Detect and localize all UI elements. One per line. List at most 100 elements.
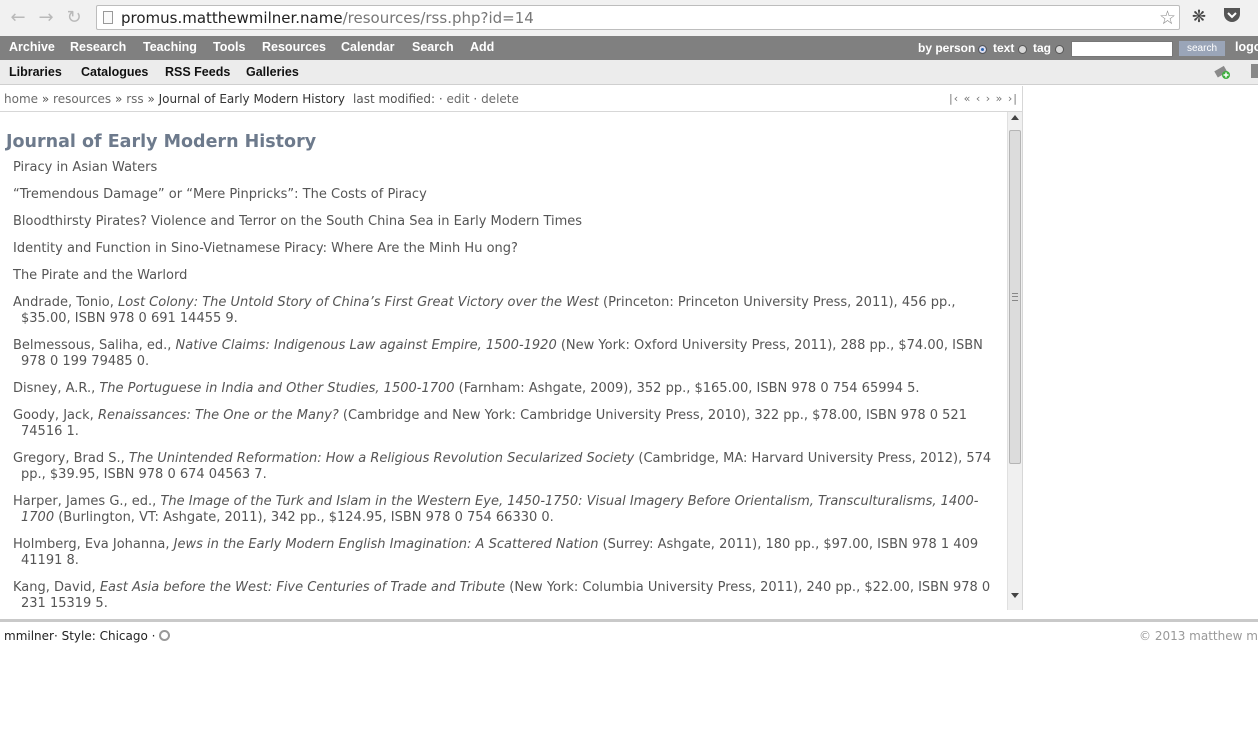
content-frame: Journal of Early Modern History Piracy i… — [0, 112, 1023, 610]
search-button[interactable]: search — [1179, 41, 1225, 56]
star-icon[interactable]: ☆ — [1159, 7, 1176, 29]
breadcrumb-resources[interactable]: resources — [53, 92, 111, 106]
submenu-rss-feeds[interactable]: RSS Feeds — [165, 65, 230, 79]
list-item[interactable]: The Pirate and the Warlord — [13, 268, 998, 284]
entry-author-or-title: Holmberg, Eva Johanna, — [13, 537, 174, 552]
rss-icon[interactable] — [159, 630, 171, 641]
browser-toolbar: ← → ↻ promus.matthewmilner.name/resource… — [0, 0, 1258, 37]
entry-publication-details: (Farnham: Ashgate, 2009), 352 pp., $165.… — [454, 381, 920, 396]
list-item[interactable]: Disney, A.R., The Portuguese in India an… — [13, 381, 998, 397]
entry-book-title: Lost Colony: The Untold Story of China’s… — [117, 295, 599, 310]
list-item[interactable]: Holmberg, Eva Johanna, Jews in the Early… — [13, 537, 998, 569]
page-icon — [103, 11, 113, 24]
footer-user-info: mmilner· Style: Chicago · — [4, 629, 171, 643]
entry-author-or-title: Andrade, Tonio, — [13, 295, 118, 310]
footer-divider — [0, 619, 1258, 622]
last-modified-label: last modified: — [353, 92, 436, 106]
grip-icon — [1012, 293, 1018, 301]
submenu-libraries[interactable]: Libraries — [9, 65, 62, 79]
forward-arrow-icon[interactable]: → — [36, 8, 56, 28]
separator-dot: · — [473, 92, 478, 106]
menu-resources[interactable]: Resources — [262, 40, 326, 54]
breadcrumb-rss[interactable]: rss — [126, 92, 143, 106]
list-item[interactable]: Gregory, Brad S., The Unintended Reforma… — [13, 451, 998, 483]
search-text-label: text — [993, 41, 1015, 55]
menu-teaching[interactable]: Teaching — [143, 40, 197, 54]
breadcrumb-current: Journal of Early Modern History — [158, 92, 345, 106]
scroll-up-arrow-icon[interactable] — [1011, 115, 1019, 120]
entry-author-or-title: Disney, A.R., — [13, 381, 100, 396]
entry-author-or-title: Piracy in Asian Waters — [13, 160, 158, 175]
breadcrumb-separator: » — [41, 92, 50, 106]
breadcrumb-trail: home » resources » rss » Journal of Earl… — [4, 92, 345, 106]
main-menu: Archive Research Teaching Tools Resource… — [0, 36, 1258, 60]
radio-text[interactable] — [1018, 45, 1027, 54]
url-host: promus.matthewmilner.name — [121, 9, 343, 27]
radio-tag[interactable] — [1055, 45, 1064, 54]
url-path: /resources/rss.php?id=14 — [342, 9, 534, 27]
submenu-galleries[interactable]: Galleries — [246, 65, 299, 79]
entry-author-or-title: Harper, James G., ed., — [13, 494, 161, 509]
scroll-thumb[interactable] — [1009, 130, 1021, 464]
entry-book-title: Renaissances: The One or the Many? — [97, 408, 339, 423]
edit-page-icon[interactable] — [1214, 63, 1230, 79]
list-item[interactable]: “Tremendous Damage” or “Mere Pinpricks”:… — [13, 187, 998, 203]
footer-copyright: © 2013 matthew mil — [1139, 629, 1258, 643]
list-item[interactable]: Piracy in Asian Waters — [13, 160, 998, 176]
radio-person[interactable] — [978, 45, 987, 54]
delete-link[interactable]: delete — [481, 92, 519, 106]
entry-author-or-title: Gregory, Brad S., — [13, 451, 129, 466]
search-input[interactable] — [1071, 41, 1173, 57]
edit-link[interactable]: edit — [447, 92, 470, 106]
entry-book-title: The Unintended Reformation: How a Religi… — [128, 451, 635, 466]
modified-info: last modified: · edit · delete — [353, 92, 519, 106]
breadcrumb-separator: » — [147, 92, 155, 106]
page-title: Journal of Early Modern History — [6, 132, 317, 152]
submenu-catalogues[interactable]: Catalogues — [81, 65, 148, 79]
entry-book-title: Jews in the Early Modern English Imagina… — [173, 537, 599, 552]
bug-extension-icon[interactable]: ❋ — [1188, 6, 1210, 28]
footer-user-style: mmilner· Style: Chicago · — [4, 629, 156, 643]
menu-research[interactable]: Research — [70, 40, 126, 54]
list-item[interactable]: Kang, David, East Asia before the West: … — [13, 580, 998, 610]
search-by-person-label: by person — [918, 41, 976, 55]
reload-icon[interactable]: ↻ — [64, 8, 84, 28]
menu-calendar[interactable]: Calendar — [341, 40, 395, 54]
entry-publication-details: (Burlington, VT: Ashgate, 2011), 342 pp.… — [54, 510, 554, 525]
back-arrow-icon[interactable]: ← — [8, 8, 28, 28]
list-item[interactable]: Bloodthirsty Pirates? Violence and Terro… — [13, 214, 998, 230]
rss-entry-list: Piracy in Asian Waters “Tremendous Damage… — [13, 160, 998, 610]
scroll-down-arrow-icon[interactable] — [1011, 593, 1019, 598]
list-item[interactable]: Belmessous, Saliha, ed., Native Claims: … — [13, 338, 998, 370]
vertical-scrollbar[interactable] — [1007, 112, 1022, 610]
breadcrumb: home » resources » rss » Journal of Earl… — [0, 86, 1023, 112]
menu-archive[interactable]: Archive — [9, 40, 55, 54]
menu-search[interactable]: Search — [412, 40, 454, 54]
sub-menu: Libraries Catalogues RSS Feeds Galleries — [0, 60, 1258, 85]
edit-icon[interactable] — [1251, 64, 1258, 78]
entry-author-or-title: Bloodthirsty Pirates? Violence and Terro… — [13, 214, 583, 229]
entry-book-title: The Portuguese in India and Other Studie… — [99, 381, 455, 396]
entry-author-or-title: Belmessous, Saliha, ed., — [13, 338, 176, 353]
pocket-icon[interactable] — [1221, 6, 1243, 28]
entry-book-title: East Asia before the West: Five Centurie… — [99, 580, 506, 595]
breadcrumb-home[interactable]: home — [4, 92, 38, 106]
entry-author-or-title: The Pirate and the Warlord — [13, 268, 188, 283]
record-pager[interactable]: |‹ « ‹ › » ›| — [949, 92, 1018, 105]
menu-add[interactable]: Add — [470, 40, 494, 54]
entry-author-or-title: “Tremendous Damage” or “Mere Pinpricks”:… — [13, 187, 427, 202]
url-text[interactable]: promus.matthewmilner.name/resources/rss.… — [121, 9, 534, 27]
list-item[interactable]: Harper, James G., ed., The Image of the … — [13, 494, 998, 526]
breadcrumb-separator: » — [115, 92, 123, 106]
list-item[interactable]: Goody, Jack, Renaissances: The One or th… — [13, 408, 998, 440]
entry-author-or-title: Goody, Jack, — [13, 408, 98, 423]
menu-tools[interactable]: Tools — [213, 40, 245, 54]
list-item[interactable]: Identity and Function in Sino-Vietnamese… — [13, 241, 998, 257]
separator-dot: · — [438, 92, 443, 106]
entry-book-title: Native Claims: Indigenous Law against Em… — [175, 338, 557, 353]
address-bar[interactable]: promus.matthewmilner.name/resources/rss.… — [96, 5, 1180, 30]
list-item[interactable]: Andrade, Tonio, Lost Colony: The Untold … — [13, 295, 998, 327]
search-tag-label: tag — [1033, 41, 1051, 55]
entry-author-or-title: Kang, David, — [13, 580, 100, 595]
logout-link[interactable]: logo — [1235, 40, 1258, 54]
